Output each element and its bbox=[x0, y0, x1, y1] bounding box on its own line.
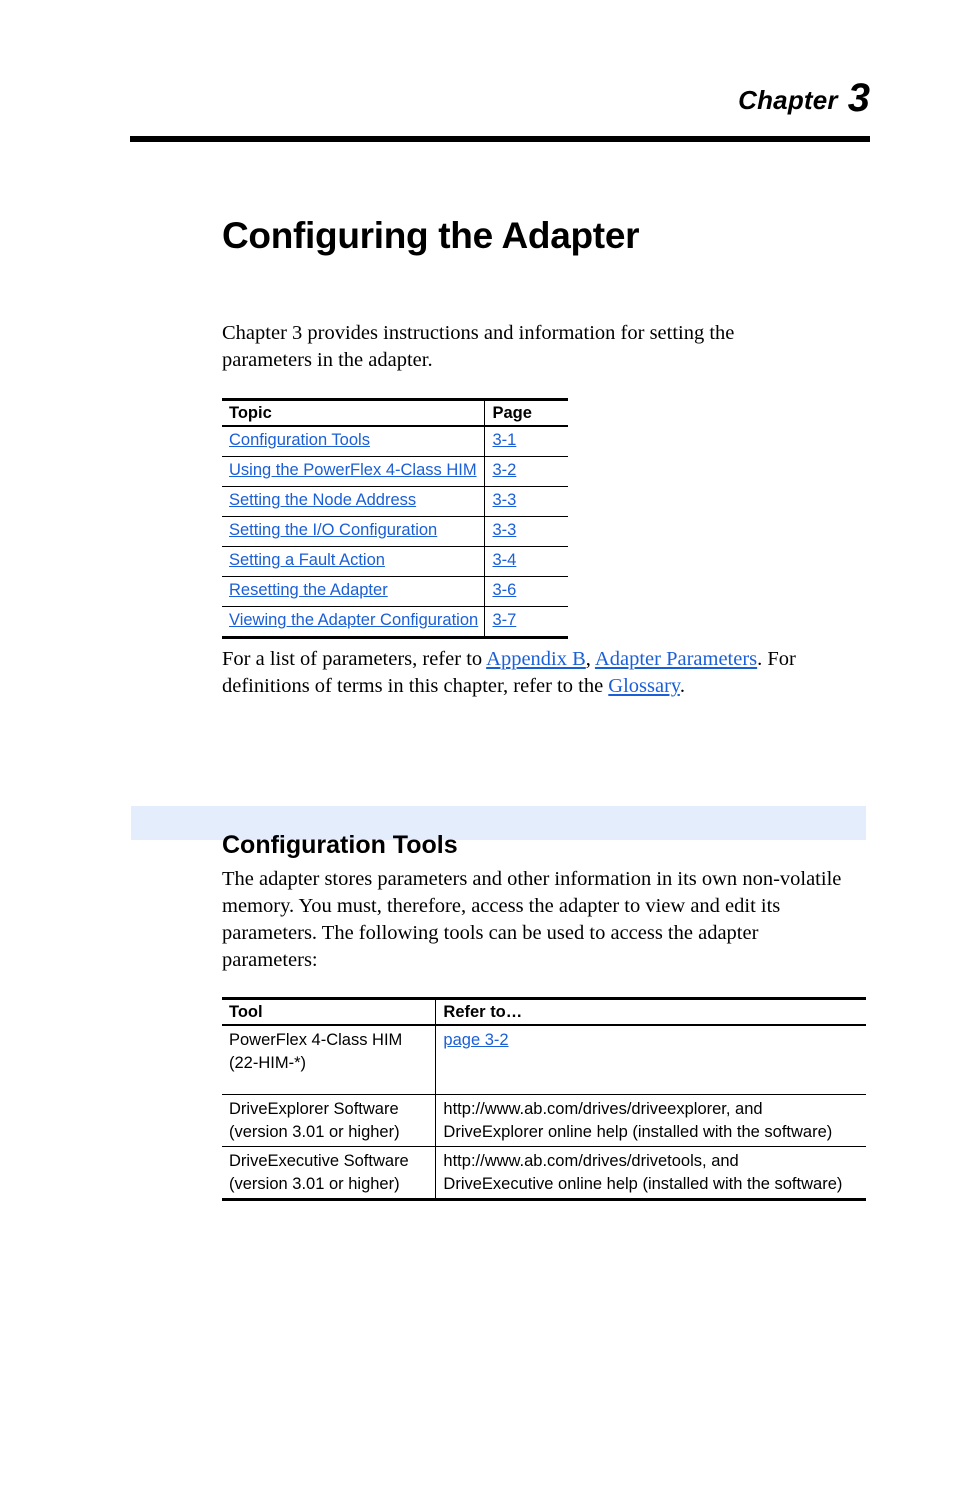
table-row: Viewing the Adapter Configuration 3-7 bbox=[222, 606, 568, 639]
page-link[interactable]: 3-1 bbox=[492, 431, 516, 449]
section-heading: Configuration Tools bbox=[222, 830, 458, 859]
topics-table-header-row: Topic Page bbox=[222, 398, 568, 427]
parameters-reference-paragraph: For a list of parameters, refer to Appen… bbox=[222, 646, 862, 700]
tool-version: (version 3.01 or higher) bbox=[229, 1122, 400, 1141]
chapter-label: Chapter bbox=[738, 85, 838, 115]
topic-cell: Configuration Tools bbox=[222, 426, 485, 457]
topic-cell: Setting a Fault Action bbox=[222, 546, 485, 577]
refer-url: http://www.ab.com/drives/drivetools, and bbox=[443, 1152, 739, 1170]
glossary-link[interactable]: Glossary bbox=[608, 675, 680, 697]
ref-text-1: For a list of parameters, refer to bbox=[222, 648, 487, 670]
chapter-header: Chapter 3 bbox=[130, 78, 870, 118]
refer-help: DriveExplorer online help (installed wit… bbox=[443, 1122, 833, 1141]
tool-name: DriveExplorer Software bbox=[229, 1100, 399, 1118]
tools-table-header-row: Tool Refer to… bbox=[222, 997, 866, 1026]
page-link[interactable]: 3-2 bbox=[492, 461, 516, 479]
adapter-parameters-link[interactable]: Adapter Parameters bbox=[595, 648, 757, 670]
header-rule bbox=[130, 136, 870, 142]
topics-header-topic: Topic bbox=[222, 398, 485, 427]
topic-cell: Using the PowerFlex 4-Class HIM bbox=[222, 456, 485, 487]
topics-header-page: Page bbox=[484, 398, 568, 427]
topic-cell: Setting the I/O Configuration bbox=[222, 516, 485, 547]
table-row: Resetting the Adapter 3-6 bbox=[222, 576, 568, 607]
table-row: Setting a Fault Action 3-4 bbox=[222, 546, 568, 577]
page-cell: 3-2 bbox=[484, 456, 568, 487]
table-row: Configuration Tools 3-1 bbox=[222, 426, 568, 457]
tool-version: (version 3.01 or higher) bbox=[229, 1174, 400, 1193]
page-3-2-link[interactable]: page 3-2 bbox=[443, 1029, 860, 1052]
topic-cell: Setting the Node Address bbox=[222, 486, 485, 517]
page-link[interactable]: 3-6 bbox=[492, 581, 516, 599]
intro-paragraph: Chapter 3 provides instructions and info… bbox=[222, 320, 802, 374]
tool-cell: DriveExecutive Software (version 3.01 or… bbox=[222, 1146, 436, 1201]
page-cell: 3-3 bbox=[484, 516, 568, 547]
page-cell: 3-6 bbox=[484, 576, 568, 607]
page-title: Configuring the Adapter bbox=[222, 214, 640, 256]
page-link[interactable]: 3-7 bbox=[492, 611, 516, 629]
ref-text-2: , bbox=[585, 648, 595, 670]
page-cell: 3-1 bbox=[484, 426, 568, 457]
tool-cell: DriveExplorer Software (version 3.01 or … bbox=[222, 1094, 436, 1147]
page-cell: 3-3 bbox=[484, 486, 568, 517]
table-row: DriveExplorer Software (version 3.01 or … bbox=[222, 1094, 866, 1147]
tools-header-refer: Refer to… bbox=[435, 997, 866, 1026]
tool-name: PowerFlex 4-Class HIM bbox=[229, 1031, 403, 1049]
configuration-tools-paragraph: The adapter stores parameters and other … bbox=[222, 866, 852, 974]
topic-link[interactable]: Setting the Node Address bbox=[229, 491, 416, 509]
tools-header-tool: Tool bbox=[222, 997, 436, 1026]
table-row: DriveExecutive Software (version 3.01 or… bbox=[222, 1146, 866, 1201]
refer-url: http://www.ab.com/drives/driveexplorer, … bbox=[443, 1100, 763, 1118]
intro-line-2: parameters in the adapter. bbox=[222, 349, 433, 371]
chapter-number: 3 bbox=[847, 76, 870, 120]
tool-catalog-number: (22-HIM-*) bbox=[229, 1053, 306, 1072]
page-link[interactable]: 3-3 bbox=[492, 491, 516, 509]
topic-link[interactable]: Using the PowerFlex 4-Class HIM bbox=[229, 461, 477, 479]
topics-table: Topic Page Configuration Tools 3-1 Using… bbox=[222, 398, 568, 639]
ref-text-4: . bbox=[679, 675, 685, 697]
tools-line-1: The adapter stores parameters and other … bbox=[222, 868, 738, 890]
appendix-b-link[interactable]: Appendix B bbox=[486, 648, 586, 670]
intro-line-1: Chapter 3 provides instructions and info… bbox=[222, 322, 735, 344]
table-row: PowerFlex 4-Class HIM (22-HIM-*) page 3-… bbox=[222, 1025, 866, 1095]
page-cell: 3-7 bbox=[484, 606, 568, 639]
topic-cell: Resetting the Adapter bbox=[222, 576, 485, 607]
topic-link[interactable]: Resetting the Adapter bbox=[229, 581, 388, 599]
topic-link[interactable]: Configuration Tools bbox=[229, 431, 370, 449]
topic-cell: Viewing the Adapter Configuration bbox=[222, 606, 485, 639]
topic-link[interactable]: Setting the I/O Configuration bbox=[229, 521, 437, 539]
table-row: Setting the Node Address 3-3 bbox=[222, 486, 568, 517]
document-page: Chapter 3 Configuring the Adapter Chapter… bbox=[0, 0, 954, 1487]
tools-table: Tool Refer to… PowerFlex 4-Class HIM (22… bbox=[222, 997, 866, 1201]
table-row: Setting the I/O Configuration 3-3 bbox=[222, 516, 568, 547]
tool-cell: PowerFlex 4-Class HIM (22-HIM-*) bbox=[222, 1025, 436, 1095]
page-cell: 3-4 bbox=[484, 546, 568, 577]
topic-link[interactable]: Setting a Fault Action bbox=[229, 551, 385, 569]
topic-link[interactable]: Viewing the Adapter Configuration bbox=[229, 611, 478, 629]
refer-cell: http://www.ab.com/drives/drivetools, and… bbox=[435, 1146, 866, 1201]
page-link[interactable]: 3-4 bbox=[492, 551, 516, 569]
page-link[interactable]: 3-3 bbox=[492, 521, 516, 539]
refer-cell: http://www.ab.com/drives/driveexplorer, … bbox=[435, 1094, 866, 1147]
table-row: Using the PowerFlex 4-Class HIM 3-2 bbox=[222, 456, 568, 487]
refer-cell: page 3-2 bbox=[435, 1025, 866, 1095]
tool-name: DriveExecutive Software bbox=[229, 1152, 409, 1170]
refer-help: DriveExecutive online help (installed wi… bbox=[443, 1174, 843, 1193]
